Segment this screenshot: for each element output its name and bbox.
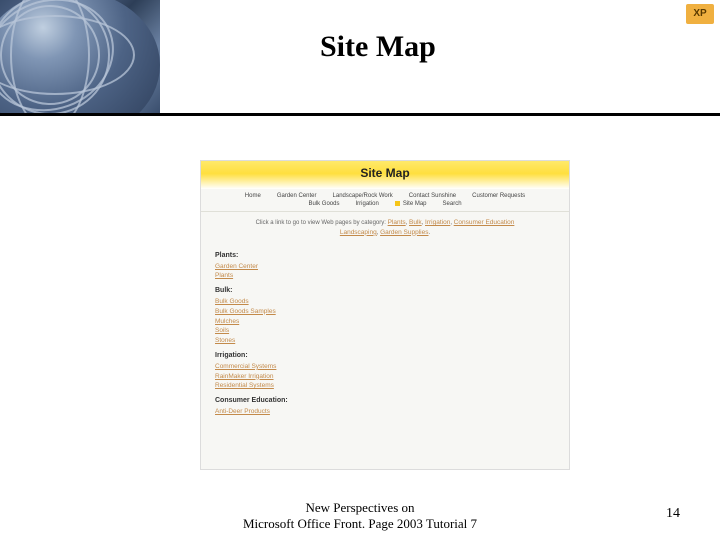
nav-item[interactable]: Home — [245, 193, 261, 199]
intro-link[interactable]: Irrigation — [425, 219, 450, 226]
screenshot-nav-row-2: Bulk Goods Irrigation Site Map Search — [201, 201, 569, 212]
category-link[interactable]: Mulches — [215, 317, 555, 327]
nav-item[interactable]: Landscape/Rock Work — [333, 193, 393, 199]
nav-item-active[interactable]: Site Map — [395, 201, 427, 207]
nav-item[interactable]: Garden Center — [277, 193, 317, 199]
category-link[interactable]: Stones — [215, 336, 555, 346]
nav-item[interactable]: Contact Sunshine — [409, 193, 456, 199]
header-rule — [0, 113, 720, 116]
intro-text: Click a link to go to view Web pages by … — [256, 220, 388, 226]
category-link[interactable]: Commercial Systems — [215, 362, 555, 372]
slide-title: Site Map — [320, 30, 436, 64]
page-number: 14 — [666, 506, 680, 522]
nav-item[interactable]: Bulk Goods — [308, 201, 339, 207]
slide-header: Site Map XP — [0, 0, 720, 113]
category-heading: Plants: — [215, 252, 555, 259]
nav-item[interactable]: Customer Requests — [472, 193, 525, 199]
intro-link[interactable]: Plants — [388, 219, 406, 226]
category-link[interactable]: Soils — [215, 326, 555, 336]
category-heading: Irrigation: — [215, 352, 555, 359]
sphere-graphic — [0, 0, 160, 113]
screenshot-body: Plants: Garden Center Plants Bulk: Bulk … — [201, 242, 569, 421]
screenshot-nav-row-1: Home Garden Center Landscape/Rock Work C… — [201, 189, 569, 201]
screenshot-banner-title: Site Map — [201, 161, 569, 189]
category-link[interactable]: Bulk Goods — [215, 297, 555, 307]
category-link[interactable]: Plants — [215, 271, 555, 281]
category-link[interactable]: Residential Systems — [215, 381, 555, 391]
category-link[interactable]: Anti-Deer Products — [215, 407, 555, 417]
intro-link[interactable]: Garden Supplies — [380, 229, 428, 236]
intro-link[interactable]: Landscaping — [340, 229, 377, 236]
nav-item[interactable]: Irrigation — [355, 201, 378, 207]
category-heading: Bulk: — [215, 287, 555, 294]
slide-footer: New Perspectives on Microsoft Office Fro… — [0, 500, 720, 533]
screenshot-intro: Click a link to go to view Web pages by … — [201, 212, 569, 242]
xp-badge: XP — [686, 4, 714, 24]
intro-link[interactable]: Bulk — [409, 219, 422, 226]
category-heading: Consumer Education: — [215, 397, 555, 404]
nav-item[interactable]: Search — [443, 201, 462, 207]
header-image — [0, 0, 160, 113]
footer-line-2: Microsoft Office Front. Page 2003 Tutori… — [0, 516, 720, 532]
category-link[interactable]: Bulk Goods Samples — [215, 307, 555, 317]
category-link[interactable]: RainMaker Irrigation — [215, 372, 555, 382]
embedded-screenshot: Site Map Home Garden Center Landscape/Ro… — [200, 160, 570, 470]
intro-link[interactable]: Consumer Education — [454, 219, 515, 226]
category-link[interactable]: Garden Center — [215, 262, 555, 272]
footer-line-1: New Perspectives on — [0, 500, 720, 516]
